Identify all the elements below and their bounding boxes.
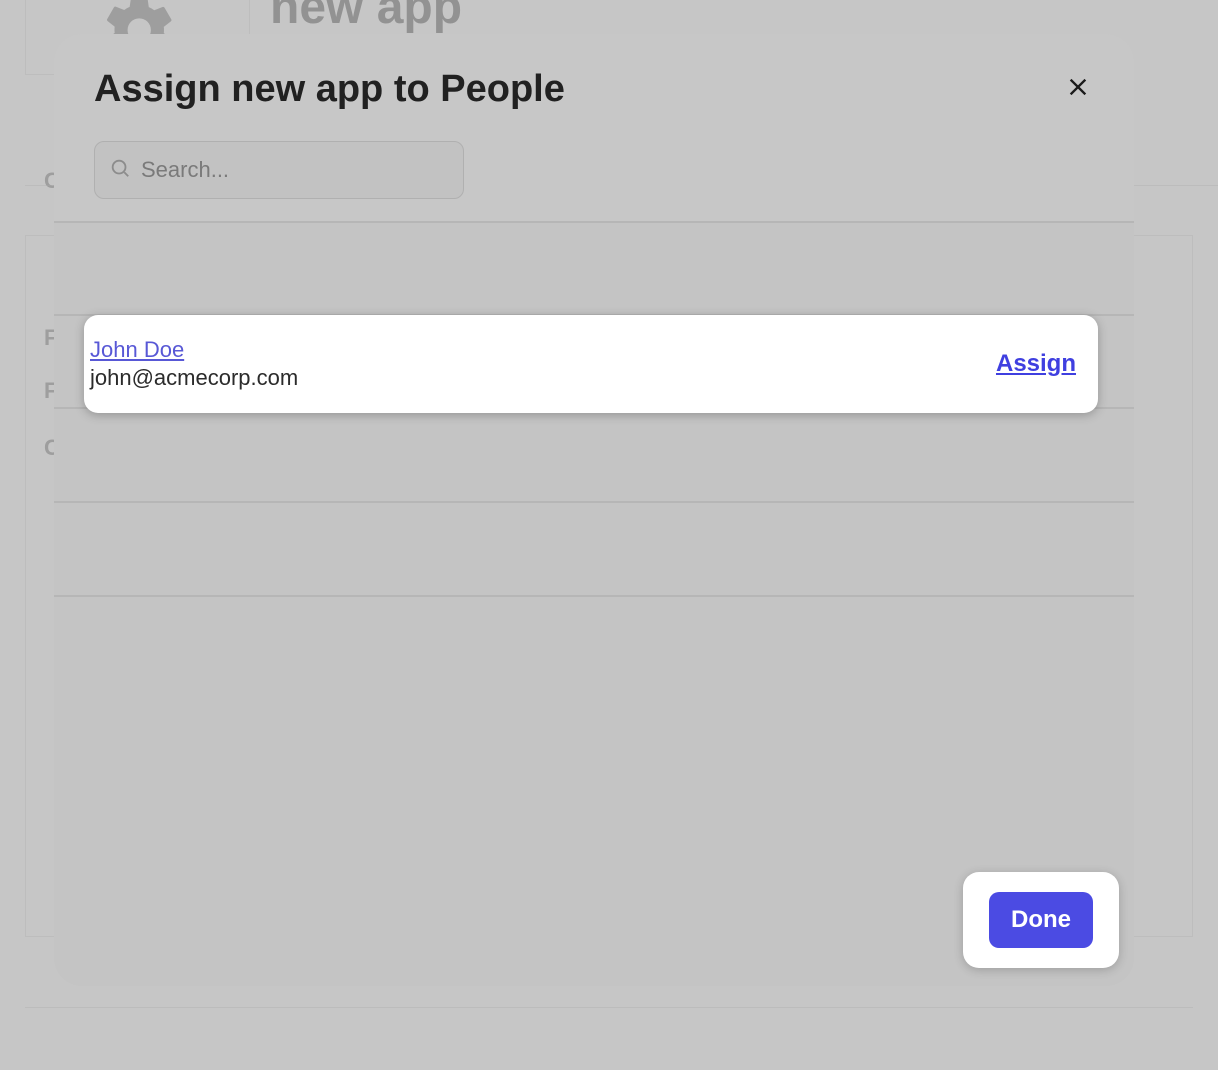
assign-button[interactable]: Assign <box>996 350 1076 378</box>
search-section <box>54 141 1134 221</box>
done-button[interactable]: Done <box>989 892 1093 948</box>
search-field-wrapper[interactable] <box>94 141 464 199</box>
user-name-link[interactable]: John Doe <box>90 337 298 363</box>
modal-header: Assign new app to People <box>54 34 1134 141</box>
user-email: john@acmecorp.com <box>90 365 298 391</box>
list-spacer <box>54 409 1134 503</box>
modal-footer: Done <box>963 872 1119 968</box>
background-app-title: new app <box>270 0 462 35</box>
close-button[interactable] <box>1062 74 1094 106</box>
people-list: John Doe john@acmecorp.com Assign Done <box>54 221 1134 986</box>
search-icon <box>109 157 141 184</box>
search-input[interactable] <box>141 157 449 183</box>
assign-people-modal: Assign new app to People John Doe john@a… <box>54 34 1134 986</box>
modal-title: Assign new app to People <box>94 68 565 111</box>
user-info: John Doe john@acmecorp.com <box>90 337 298 391</box>
user-row: John Doe john@acmecorp.com Assign <box>84 315 1098 413</box>
list-spacer <box>54 223 1134 316</box>
close-icon <box>1067 76 1089 103</box>
background-divider <box>25 1007 1193 1008</box>
list-spacer <box>54 503 1134 597</box>
